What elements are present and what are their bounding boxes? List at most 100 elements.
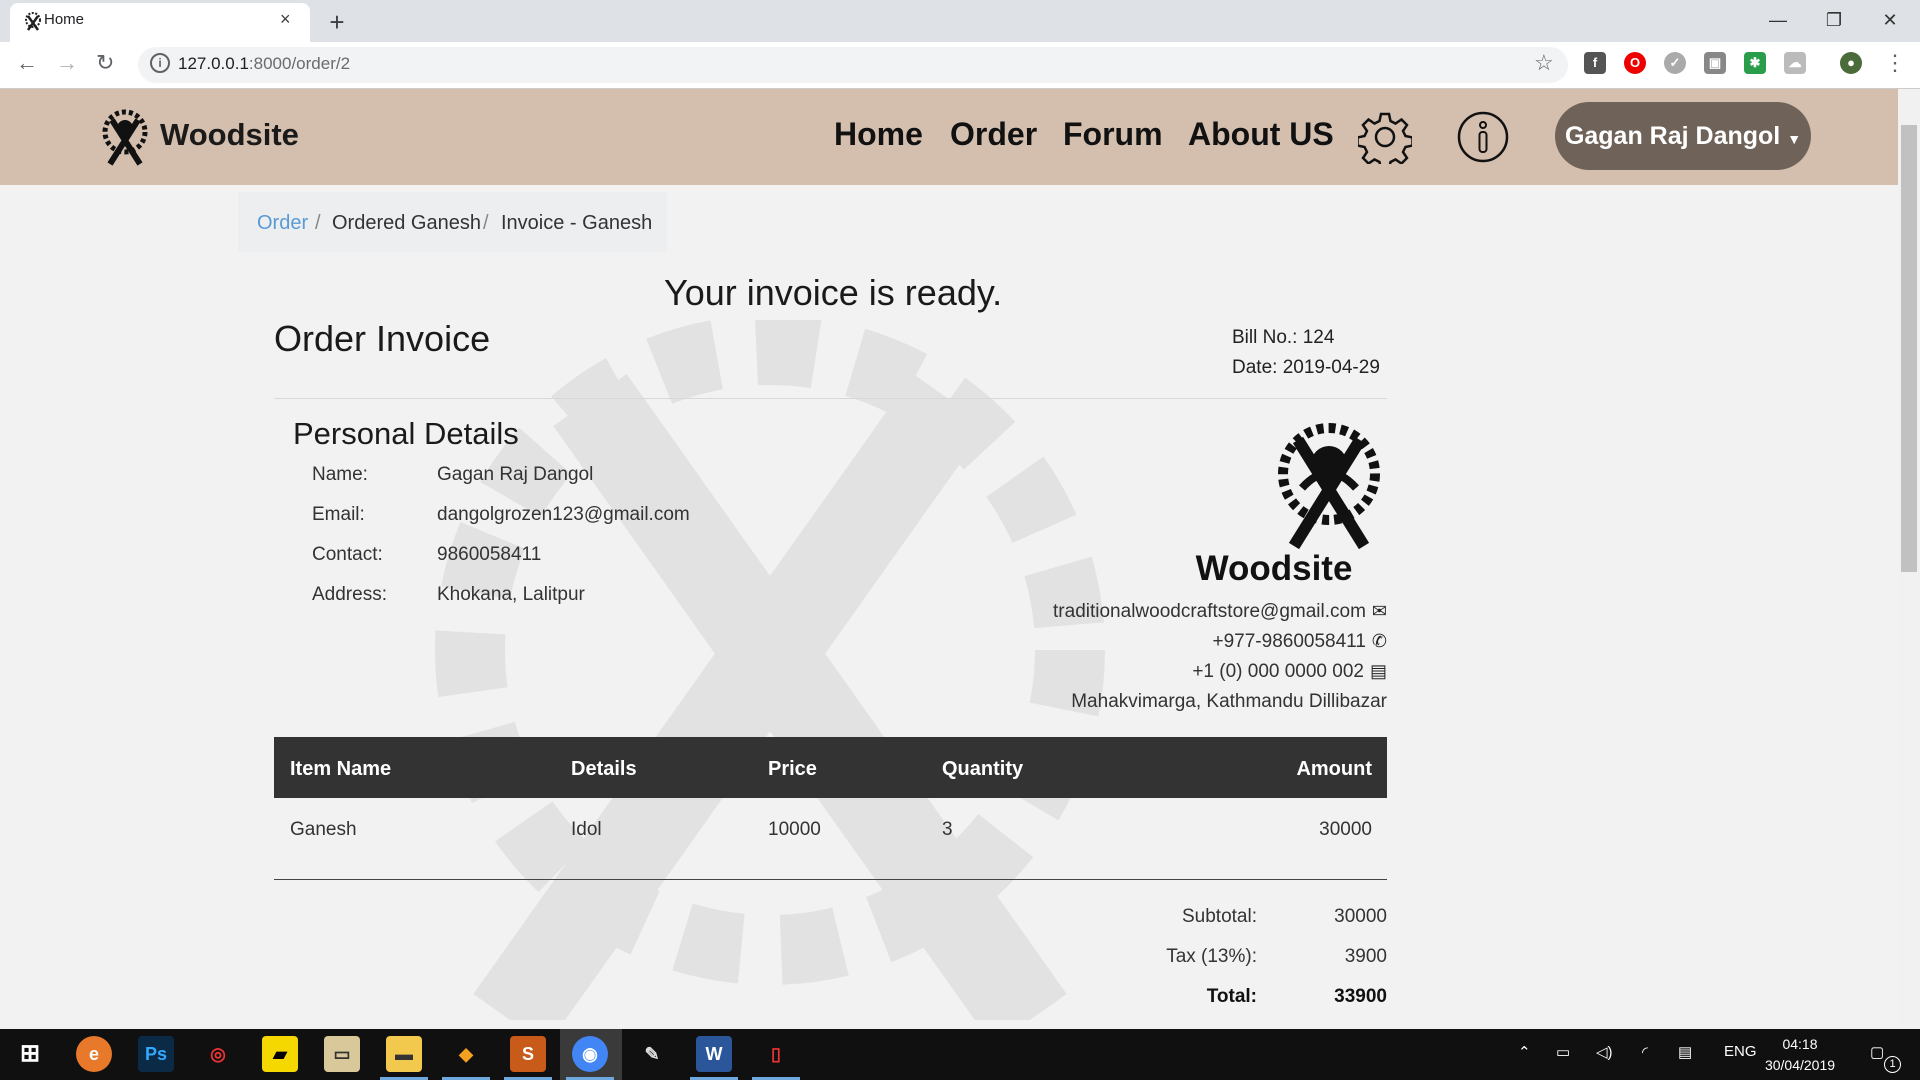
volume-icon[interactable]: ◁) [1596,1043,1613,1061]
address-bar[interactable] [138,47,1568,83]
nav-about-link[interactable]: About US [1188,116,1334,153]
clock-date: 30/04/2019 [1764,1057,1836,1073]
reload-icon[interactable]: ↻ [96,50,114,76]
breadcrumb-ordered: Ordered Ganesh [332,212,481,234]
scrollbar-thumb[interactable] [1901,125,1917,572]
tax-label: Tax (13%): [1166,946,1257,967]
company-fax-row: +1 (0) 000 0000 002 ▤ [1192,661,1387,683]
keyboard-icon[interactable]: ▤ [1678,1043,1692,1061]
cell-item-name: Ganesh [290,819,357,840]
green-extension-icon[interactable]: ✱ [1744,52,1766,74]
bookmark-star-icon[interactable]: ☆ [1534,50,1554,76]
th-price: Price [768,758,817,780]
th-amount: Amount [1296,758,1372,780]
breadcrumb-separator: / [315,212,321,234]
breadcrumb-invoice: Invoice - Ganesh [501,212,653,234]
envelope-icon: ✉ [1371,601,1387,621]
contact-value: 9860058411 [437,544,542,565]
device-app-icon[interactable]: ▯ [758,1036,794,1072]
woodsite-company-logo [1278,423,1380,550]
name-label: Name: [312,464,368,485]
new-tab-button[interactable]: + [320,8,354,36]
extension-icon[interactable]: ✓ [1664,52,1686,74]
company-phone-row: +977-9860058411 ✆ [1213,631,1387,653]
opera-extension-icon[interactable]: O [1624,52,1646,74]
photoshop-icon[interactable]: Ps [138,1036,174,1072]
cell-amount: 30000 [1319,819,1372,840]
notification-count-badge: 1 [1884,1056,1901,1073]
company-phone: +977-9860058411 [1212,631,1366,652]
header-divider [274,398,1387,399]
camera-extension-icon[interactable]: ▣ [1704,52,1726,74]
subtotal-value: 30000 [1334,906,1387,927]
git-icon[interactable]: ◆ [448,1036,484,1072]
bill-info: Bill No.: 124 Date: 2019-04-29 [1232,323,1380,383]
address-label: Address: [312,584,387,605]
file-explorer-icon[interactable]: ▬ [386,1036,422,1072]
paint-icon[interactable]: ✎ [634,1036,670,1072]
woodsite-logo-icon[interactable] [98,106,152,168]
caret-down-icon: ▼ [1787,131,1802,147]
site-brand[interactable]: Woodsite [160,117,299,153]
clock-time: 04:18 [1782,1036,1818,1052]
email-value: dangolgrozen123@gmail.com [437,504,690,525]
user-name: Gagan Raj Dangol [1564,122,1781,150]
language-indicator[interactable]: ENG [1724,1043,1757,1060]
facebook-extension-icon[interactable]: f [1584,52,1606,74]
browser-menu-icon[interactable]: ⋮ [1884,50,1906,76]
cell-details: Idol [571,819,602,840]
email-label: Email: [312,504,365,525]
info-circle-icon[interactable] [1456,110,1510,164]
settings-gear-icon[interactable] [1358,110,1412,164]
site-info-icon[interactable]: i [150,53,170,73]
url-text[interactable]: 127.0.0.1:8000/order/2 [178,54,350,74]
url-path: :8000/order/2 [248,54,351,73]
company-email-row: traditionalwoodcraftstore@gmail.com ✉ [1053,601,1387,623]
total-value: 33900 [1334,986,1387,1007]
th-quantity: Quantity [942,758,1024,780]
restore-button[interactable]: ❐ [1812,5,1856,35]
profile-avatar-icon[interactable]: ● [1840,52,1862,74]
tab-title: Home [44,11,85,28]
app-icon[interactable]: ▭ [324,1036,360,1072]
chrome-icon[interactable]: ◉ [572,1036,608,1072]
bill-date: Date: 2019-04-29 [1232,357,1380,378]
edge-browser-icon[interactable]: e [76,1036,112,1072]
nav-home-link[interactable]: Home [834,116,923,153]
subtotal-label: Subtotal: [1182,906,1257,927]
woodsite-favicon-icon [25,12,41,31]
tab-close-icon[interactable]: × [280,9,291,30]
order-invoice-title: Order Invoice [274,318,491,359]
forward-icon[interactable]: → [56,50,78,76]
breadcrumb-order-link[interactable]: Order [257,212,308,235]
invoice-ready-heading: Your invoice is ready. [664,272,1003,313]
address-value: Khokana, Lalitpur [437,584,585,605]
camera-app-icon[interactable]: ◎ [200,1036,236,1072]
back-icon[interactable]: ← [16,50,38,76]
url-host: 127.0.0.1 [178,54,249,73]
table-bottom-divider [274,879,1387,880]
cell-price: 10000 [768,819,821,840]
user-dropdown-button[interactable]: Gagan Raj Dangol ▼ [1555,102,1811,170]
minimize-button[interactable]: — [1756,5,1800,35]
company-email: traditionalwoodcraftstore@gmail.com [1053,601,1366,622]
cloud-extension-icon[interactable]: ☁ [1784,52,1806,74]
company-address: Mahakvimarga, Kathmandu Dillibazar [1071,691,1387,712]
total-label: Total: [1206,986,1257,1007]
battery-icon[interactable]: ▭ [1556,1043,1570,1061]
word-icon[interactable]: W [696,1036,732,1072]
windows-start-icon[interactable]: ⊞ [12,1036,48,1072]
bill-number: Bill No.: 124 [1232,327,1335,348]
nav-order-link[interactable]: Order [950,116,1037,153]
nav-forum-link[interactable]: Forum [1063,116,1163,153]
sticky-notes-icon[interactable]: ▰ [262,1036,298,1072]
wifi-icon[interactable]: ◜ [1642,1043,1648,1061]
system-clock[interactable]: 04:18 30/04/2019 [1764,1034,1836,1076]
close-window-button[interactable]: ✕ [1868,5,1912,35]
sublime-text-icon[interactable]: S [510,1036,546,1072]
personal-details-title: Personal Details [293,416,519,451]
th-item-name: Item Name [290,758,392,780]
tray-chevron-icon[interactable]: ⌃ [1518,1043,1531,1061]
company-fax: +1 (0) 000 0000 002 [1192,661,1364,682]
notification-center-icon[interactable]: ▢ [1870,1043,1884,1061]
